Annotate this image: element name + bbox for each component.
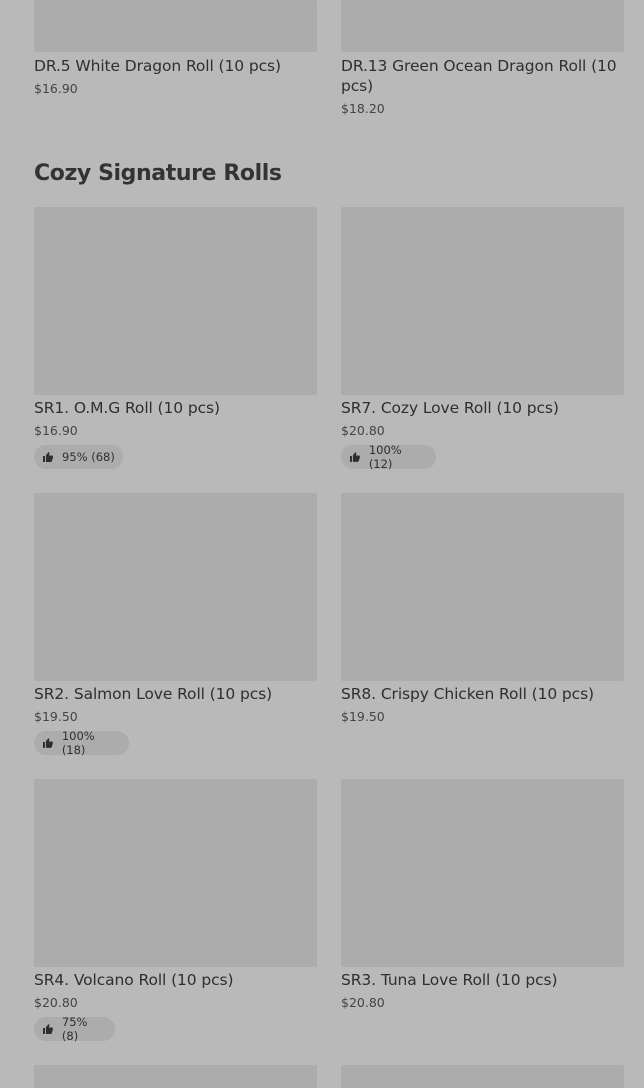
menu-page: DR.5 White Dragon Roll (10 pcs) $16.90 D… [0,0,644,1088]
item-image[interactable] [34,1065,317,1088]
item-image[interactable] [341,493,624,681]
thumbs-up-icon [43,452,53,462]
item-price: $19.50 [34,709,78,724]
item-name[interactable]: SR1. O.M.G Roll (10 pcs) [34,398,317,418]
rating-text: 100% (12) [368,443,402,471]
rating-text: 100% (18) [61,729,95,757]
item-image[interactable] [34,779,317,967]
thumbs-up-icon [42,1024,53,1034]
item-image[interactable] [34,493,317,681]
item-name[interactable]: DR.5 White Dragon Roll (10 pcs) [34,56,317,76]
item-image[interactable] [341,0,624,52]
item-name[interactable]: SR4. Volcano Roll (10 pcs) [34,970,317,990]
section-title: Cozy Signature Rolls [34,161,282,186]
item-image[interactable] [341,779,624,967]
item-name[interactable]: DR.13 Green Ocean Dragon Roll (10 pcs) [341,56,624,96]
rating-text: 95% (68) [62,450,115,464]
thumbs-up-icon [42,738,53,748]
item-image[interactable] [341,207,624,395]
item-price: $16.90 [34,423,78,438]
item-price: $18.20 [341,101,385,116]
rating-badge: 75% (8) [34,1015,115,1043]
item-price: $19.50 [341,709,385,724]
item-price: $20.80 [341,995,385,1010]
rating-text: 75% (8) [61,1015,88,1043]
rating-badge: 100% (18) [34,729,129,757]
item-image[interactable] [34,0,317,52]
item-name[interactable]: SR2. Salmon Love Roll (10 pcs) [34,684,317,704]
item-price: $20.80 [341,423,385,438]
rating-badge: 95% (68) [34,445,123,469]
thumbs-up-icon [349,452,360,462]
item-name[interactable]: SR7. Cozy Love Roll (10 pcs) [341,398,624,418]
item-name[interactable]: SR3. Tuna Love Roll (10 pcs) [341,970,624,990]
item-price: $20.80 [34,995,78,1010]
item-image[interactable] [34,207,317,395]
item-image[interactable] [341,1065,624,1088]
item-price: $16.90 [34,81,78,96]
rating-badge: 100% (12) [341,443,436,471]
item-name[interactable]: SR8. Crispy Chicken Roll (10 pcs) [341,684,624,704]
